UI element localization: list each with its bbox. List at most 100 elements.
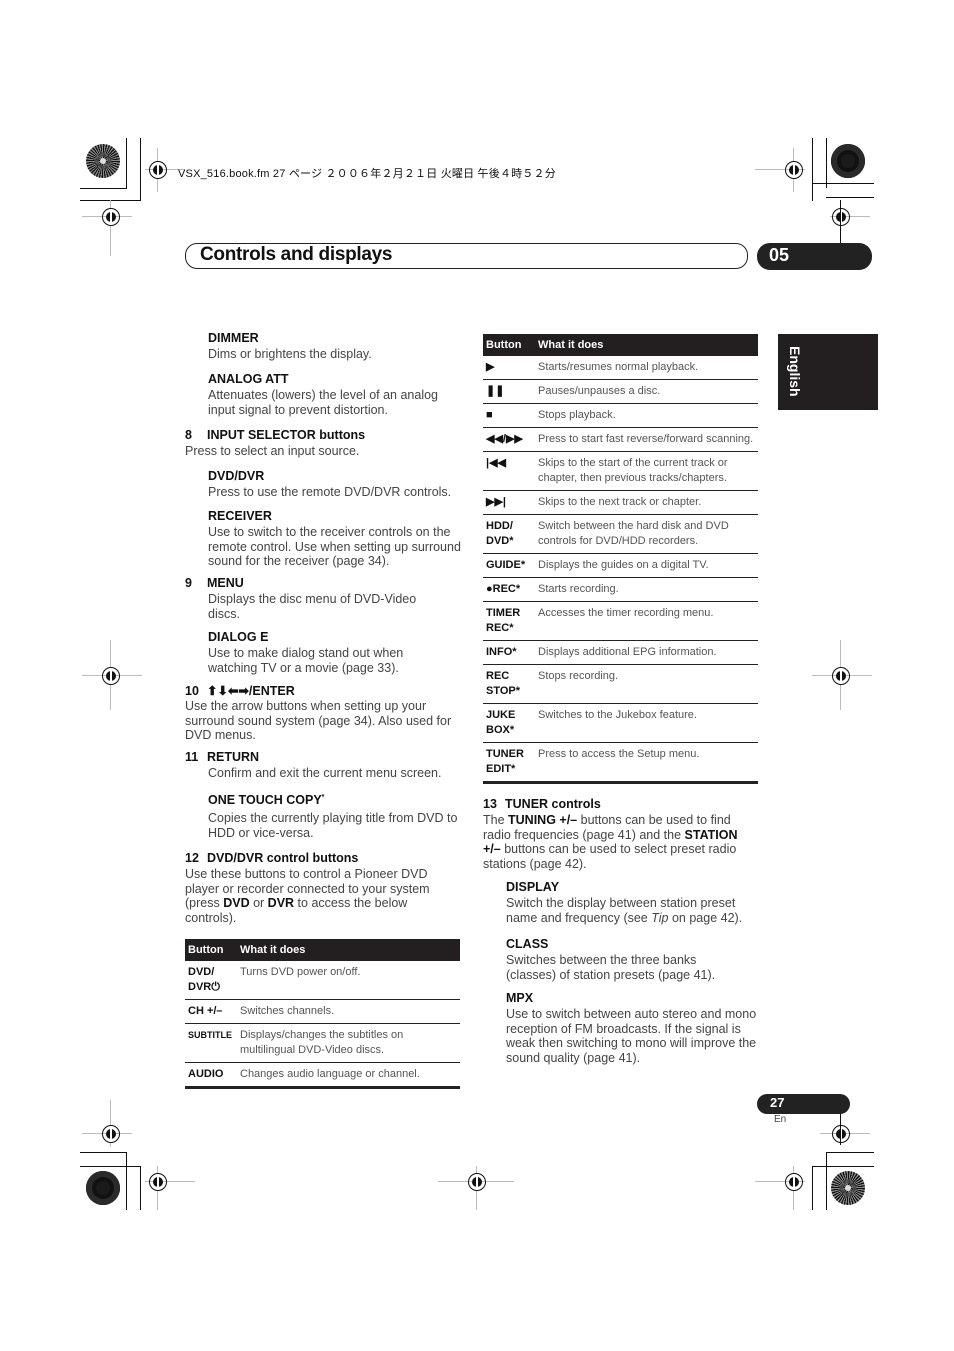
text-dialog-e: Use to make dialog stand out when watchi… <box>208 646 404 675</box>
crosshair-icon <box>832 1125 850 1143</box>
button-description: Displays the guides on a digital TV. <box>535 553 758 578</box>
button-name: TUNER EDIT* <box>483 742 535 784</box>
text-item-8: Press to select an input source. <box>185 444 360 458</box>
text-item-11: Confirm and exit the current menu screen… <box>208 766 442 780</box>
button-name: TIMER REC* <box>483 601 535 641</box>
column-header: Button <box>483 334 535 356</box>
button-name: HDD/ DVD* <box>483 514 535 554</box>
crosshair-icon <box>149 161 167 179</box>
table-row: ▶▶| Skips to the next track or chapter. <box>483 490 758 515</box>
button-description: Displays additional EPG information. <box>535 640 758 665</box>
table-row: TIMER REC* Accesses the timer recording m… <box>483 601 758 641</box>
text-receiver: Use to switch to the receiver controls o… <box>208 525 461 569</box>
button-name: ▶▶| <box>483 490 535 515</box>
playback-control-table: Button What it does ▶ Starts/resumes norm… <box>483 334 758 784</box>
table-row: ◀◀/▶▶ Press to start fast reverse/forward… <box>483 427 758 452</box>
page-language: En <box>774 1114 787 1125</box>
text-mpx: Use to switch between auto stereo and mo… <box>506 1007 757 1065</box>
button-name: |◀◀ <box>483 451 535 491</box>
language-label: English <box>787 346 803 397</box>
table-row: CH +/– Switches channels. <box>185 999 460 1024</box>
button-name: JUKE BOX* <box>483 703 535 743</box>
registration-disc-icon <box>86 1171 120 1205</box>
heading-class: CLASS <box>506 937 549 951</box>
heading-item-9: 9 MENU <box>185 576 244 590</box>
crosshair-icon <box>102 208 120 226</box>
button-description: Stops recording. <box>535 664 758 704</box>
table-row: DVD/ DVR⏻ Turns DVD power on/off. <box>185 961 460 1000</box>
text-item-9: Displays the disc menu of DVD-Video disc… <box>208 592 417 621</box>
button-name: REC STOP* <box>483 664 535 704</box>
registration-burst-icon <box>86 144 120 178</box>
text-dvd-dvr: Press to use the remote DVD/DVR controls… <box>208 485 452 499</box>
button-name: GUIDE* <box>483 553 535 578</box>
crosshair-icon <box>785 1173 803 1191</box>
table-row: ●REC* Starts recording. <box>483 577 758 602</box>
crosshair-icon <box>102 1125 120 1143</box>
text-class: Switches between the three banks (classe… <box>506 953 716 982</box>
heading-item-12: 12 DVD/DVR control buttons <box>185 851 359 865</box>
table-row: SUBTITLE Displays/changes the subtitles o… <box>185 1023 460 1063</box>
text-display: Switch the display between station prese… <box>506 896 743 925</box>
page-number: 27 <box>770 1095 785 1110</box>
table-row: REC STOP* Stops recording. <box>483 664 758 704</box>
text-item-12: Use these buttons to control a Pioneer D… <box>185 867 430 925</box>
button-description: Accesses the timer recording menu. <box>535 601 758 641</box>
heading-dimmer: DIMMER <box>208 331 259 345</box>
button-name: ■ <box>483 403 535 428</box>
heading-item-11: 11 RETURN <box>185 750 260 764</box>
heading-one-touch-copy: ONE TOUCH COPY* <box>208 793 325 807</box>
text-item-13: The TUNING +/– buttons can be used to fi… <box>483 813 738 871</box>
button-description: Stops playback. <box>535 403 758 428</box>
table-row: HDD/ DVD* Switch between the hard disk an… <box>483 514 758 554</box>
table-row: AUDIO Changes audio language or channel. <box>185 1062 460 1089</box>
heading-dialog-e: DIALOG E <box>208 630 269 644</box>
button-name: ❚❚ <box>483 379 535 404</box>
crosshair-icon <box>468 1173 486 1191</box>
crosshair-icon <box>102 667 120 685</box>
column-header: What it does <box>237 939 460 961</box>
heading-item-8: 8 INPUT SELECTOR buttons <box>185 428 366 442</box>
button-description: Skips to the next track or chapter. <box>535 490 758 515</box>
registration-disc-icon <box>831 144 865 178</box>
heading-dvd-dvr: DVD/DVR <box>208 469 265 483</box>
button-name: ●REC* <box>483 577 535 602</box>
crosshair-icon <box>785 161 803 179</box>
heading-display: DISPLAY <box>506 880 560 894</box>
button-description: Press to access the Setup menu. <box>535 742 758 784</box>
heading-item-13: 13 TUNER controls <box>483 797 601 811</box>
button-description: Switch between the hard disk and DVD con… <box>535 514 758 554</box>
button-description: Skips to the start of the current track … <box>535 451 758 491</box>
table-row: TUNER EDIT* Press to access the Setup men… <box>483 742 758 784</box>
heading-analog-att: ANALOG ATT <box>208 372 289 386</box>
heading-item-10: 10 ⬆⬇⬅➡/ENTER <box>185 684 295 698</box>
chapter-number: 05 <box>769 245 790 265</box>
text-item-10: Use the arrow buttons when setting up yo… <box>185 699 452 743</box>
table-row: ■ Stops playback. <box>483 403 758 428</box>
table-row: |◀◀ Skips to the start of the current tra… <box>483 451 758 491</box>
heading-receiver: RECEIVER <box>208 509 272 523</box>
table-row: GUIDE* Displays the guides on a digital T… <box>483 553 758 578</box>
table-row: JUKE BOX* Switches to the Jukebox feature… <box>483 703 758 743</box>
button-description: Pauses/unpauses a disc. <box>535 379 758 404</box>
table-row: ❚❚ Pauses/unpauses a disc. <box>483 379 758 404</box>
button-name: ◀◀/▶▶ <box>483 427 535 452</box>
text-one-touch-copy: Copies the currently playing title from … <box>208 811 458 840</box>
dvd-control-table: Button What it does DVD/ DVR⏻ Turns DVD p… <box>185 939 460 1089</box>
section-title: Controls and displays <box>200 244 393 265</box>
crosshair-icon <box>832 667 850 685</box>
button-description: Starts recording. <box>535 577 758 602</box>
text-dimmer: Dims or brightens the display. <box>208 347 372 361</box>
registration-burst-icon <box>831 1171 865 1205</box>
text-analog-att: Attenuates (lowers) the level of an anal… <box>208 388 438 417</box>
column-header: Button <box>185 939 237 961</box>
button-description: Press to start fast reverse/forward scan… <box>535 427 758 452</box>
file-info: VSX_516.book.fm 27 ページ ２００６年２月２１日 火曜日 午後… <box>178 168 556 180</box>
button-name: ▶ <box>483 356 535 380</box>
crosshair-icon <box>832 208 850 226</box>
table-row: ▶ Starts/resumes normal playback. <box>483 356 758 380</box>
column-header: What it does <box>535 334 758 356</box>
crosshair-icon <box>149 1173 167 1191</box>
button-description: Switches to the Jukebox feature. <box>535 703 758 743</box>
table-row: INFO* Displays additional EPG information… <box>483 640 758 665</box>
